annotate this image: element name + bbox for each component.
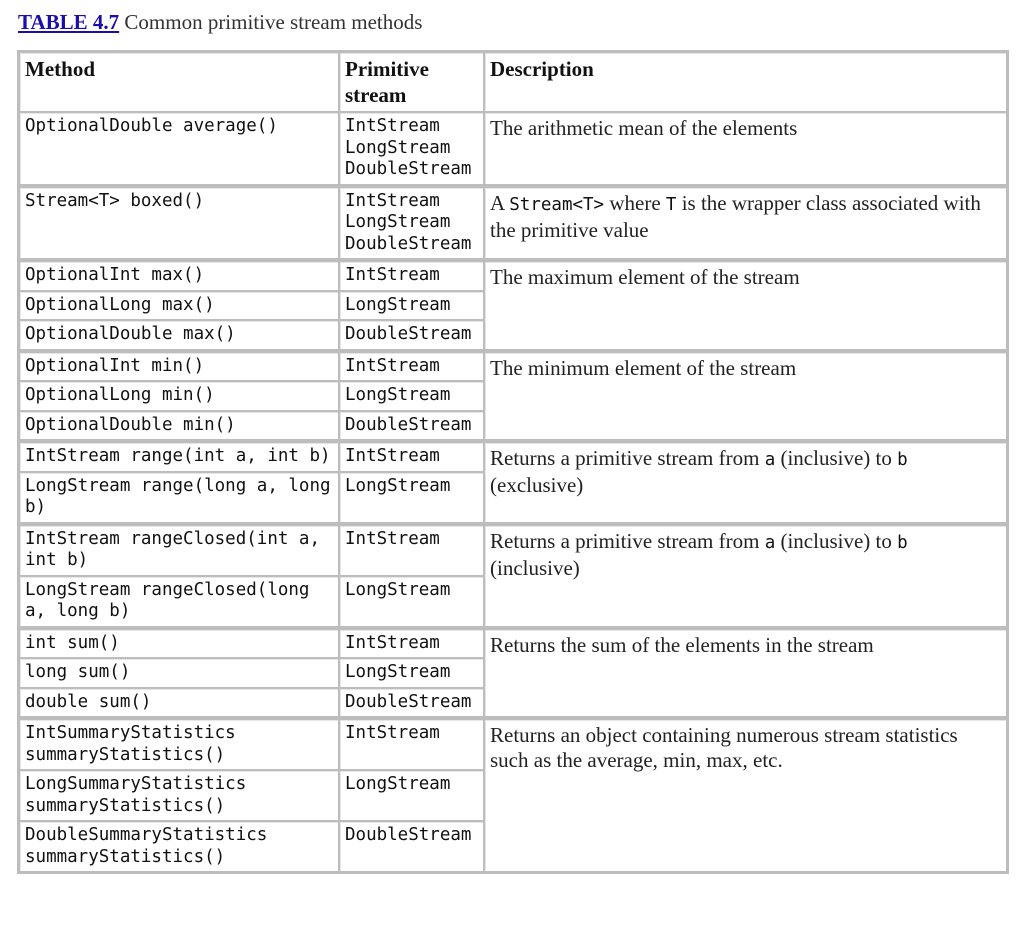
primitive-stream-cell: DoubleStream [339, 821, 484, 872]
stream-type: LongStream [345, 385, 451, 405]
stream-type: DoubleStream [345, 324, 472, 344]
column-header-method: Method [19, 52, 339, 112]
primitive-stream-cell: DoubleStream [339, 687, 484, 717]
stream-type: LongStream [345, 475, 451, 496]
primitive-stream-cell: LongStream [339, 290, 484, 320]
header-stream-word: stream [345, 83, 407, 107]
stream-type: IntStream [345, 446, 440, 466]
primitive-stream-cell: LongStream [339, 770, 484, 821]
method-cell: OptionalInt max() [19, 259, 339, 291]
table-row: IntStream range(int a, int b) IntStream Re… [19, 440, 1007, 523]
stream-type: LongStream [345, 212, 451, 232]
primitive-stream-cell: IntStream [339, 522, 484, 576]
method-cell: DoubleSummaryStatistics summaryStatistic… [19, 821, 339, 872]
stream-type: IntStream [345, 528, 440, 549]
primitive-stream-cell: LongStream [339, 471, 484, 523]
inline-code: a [764, 532, 776, 553]
method-cell: OptionalLong max() [19, 290, 339, 320]
table-row: IntStream rangeClosed(int a, int b) IntSt… [19, 522, 1007, 627]
primitive-stream-cell: IntStream LongStream DoubleStream [339, 184, 484, 259]
stream-type: DoubleStream [345, 414, 472, 435]
table-title: Common primitive stream methods [119, 10, 423, 34]
method-cell: OptionalInt min() [19, 349, 339, 381]
method-cell: OptionalDouble max() [19, 320, 339, 350]
table-caption: TABLE 4.7 Common primitive stream method… [18, 10, 422, 35]
inline-code: Stream<T> [509, 194, 605, 215]
table-row: OptionalInt max() IntStream The maximum el… [19, 259, 1007, 350]
method-cell: OptionalDouble min() [19, 410, 339, 440]
description-cell: The maximum element of the stream [484, 259, 1007, 350]
primitive-stream-cell: IntStream LongStream DoubleStream [339, 112, 484, 185]
inline-code: b [897, 450, 908, 470]
primitive-stream-cell: DoubleStream [339, 410, 484, 440]
table-row: OptionalInt min() IntStream The minimum el… [19, 349, 1007, 440]
description-text: A [490, 190, 510, 215]
table-number-link[interactable]: TABLE 4.7 [18, 10, 119, 34]
description-cell: Returns an object containing numerous st… [484, 717, 1007, 872]
description-text: (inclusive) to [775, 528, 898, 553]
column-header-description: Description [484, 52, 1007, 112]
primitive-stream-cell: IntStream [339, 349, 484, 381]
column-header-primitive-stream: Primitive stream [339, 52, 484, 112]
method-cell: int sum() [19, 626, 339, 658]
stream-type: IntStream [345, 723, 440, 743]
primitive-stream-methods-table: Method Primitive stream Description Optio… [17, 50, 1009, 874]
header-primitive-word: Primitive [345, 57, 429, 81]
stream-type: IntStream [345, 355, 440, 376]
description-cell: The minimum element of the stream [484, 349, 1007, 440]
description-cell: Returns a primitive stream from a (inclu… [484, 440, 1007, 523]
description-cell: Returns a primitive stream from a (inclu… [484, 522, 1007, 627]
stream-type: LongStream [345, 662, 451, 682]
table-row: OptionalDouble average() IntStream LongStr… [19, 112, 1007, 185]
description-text: (inclusive) [490, 555, 580, 580]
primitive-stream-cell: DoubleStream [339, 320, 484, 350]
primitive-stream-cell: IntStream [339, 626, 484, 658]
primitive-stream-cell: LongStream [339, 381, 484, 411]
method-cell: long sum() [19, 658, 339, 688]
method-cell: LongStream range(long a, long b) [19, 471, 339, 523]
description-text: Returns a primitive stream from [490, 446, 765, 470]
stream-type: DoubleStream [345, 825, 472, 845]
method-cell: LongSummaryStatistics summaryStatistics(… [19, 770, 339, 821]
description-cell: A Stream<T> where T is the wrapper class… [484, 184, 1007, 259]
primitive-stream-cell: LongStream [339, 575, 484, 627]
stream-type: LongStream [345, 579, 451, 600]
method-cell: IntStream range(int a, int b) [19, 440, 339, 472]
description-text: (inclusive) to [775, 446, 898, 470]
method-cell: Stream<T> boxed() [19, 184, 339, 259]
stream-type: IntStream [345, 190, 440, 211]
description-cell: Returns the sum of the elements in the s… [484, 626, 1007, 717]
header-row: Method Primitive stream Description [19, 52, 1007, 112]
stream-type: LongStream [345, 137, 451, 158]
stream-type: IntStream [345, 116, 440, 136]
description-text: (exclusive) [490, 473, 584, 497]
stream-type: DoubleStream [345, 691, 472, 712]
stream-type: DoubleStream [345, 159, 472, 179]
inline-code: b [897, 532, 908, 553]
method-cell: double sum() [19, 687, 339, 717]
stream-type: LongStream [345, 774, 451, 794]
description-cell: The arithmetic mean of the elements [484, 112, 1007, 185]
table-row: Stream<T> boxed() IntStream LongStream Doub… [19, 184, 1007, 259]
inline-code: T [665, 194, 677, 215]
primitive-stream-cell: IntStream [339, 717, 484, 770]
stream-type: IntStream [345, 632, 440, 653]
primitive-stream-cell: IntStream [339, 259, 484, 291]
primitive-stream-cell: IntStream [339, 440, 484, 472]
stream-type: LongStream [345, 294, 451, 315]
method-cell: LongStream rangeClosed(long a, long b) [19, 575, 339, 627]
table-row: int sum() IntStream Returns the sum of the… [19, 626, 1007, 717]
primitive-stream-cell: LongStream [339, 658, 484, 688]
method-cell: IntSummaryStatistics summaryStatistics() [19, 717, 339, 770]
method-cell: IntStream rangeClosed(int a, int b) [19, 522, 339, 576]
description-text: Returns a primitive stream from [490, 528, 765, 553]
description-text: where [604, 190, 666, 215]
method-cell: OptionalLong min() [19, 381, 339, 411]
method-cell: OptionalDouble average() [19, 112, 339, 185]
stream-type: IntStream [345, 265, 440, 285]
inline-code: a [764, 450, 776, 470]
stream-type: DoubleStream [345, 233, 472, 254]
table-row: IntSummaryStatistics summaryStatistics()… [19, 717, 1007, 872]
